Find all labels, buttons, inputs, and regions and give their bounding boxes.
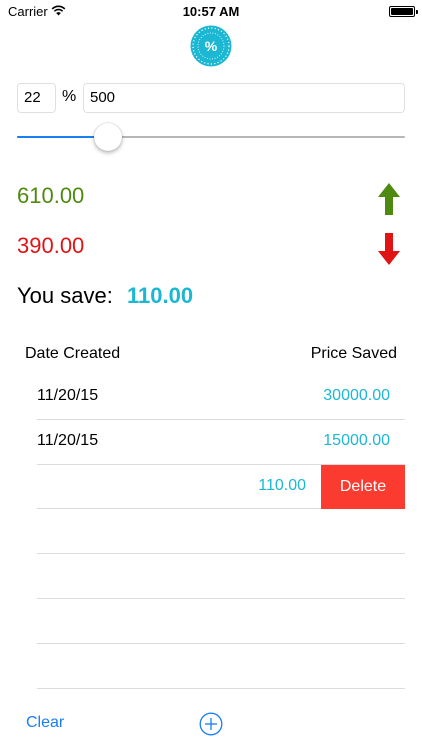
empty-row xyxy=(37,599,405,644)
row-amount: 30000.00 xyxy=(323,387,390,404)
arrow-down-icon xyxy=(378,233,400,265)
table-row[interactable]: 11/20/15 15000.00 xyxy=(37,420,405,465)
empty-row xyxy=(37,554,405,599)
status-time: 10:57 AM xyxy=(182,4,240,19)
decreased-value: 390.00 xyxy=(17,233,85,258)
svg-text:%: % xyxy=(205,38,218,54)
row-date: 11/20/15 xyxy=(37,387,99,404)
empty-row xyxy=(37,509,405,555)
status-bar: Carrier 10:57 AM xyxy=(0,0,422,22)
slider-thumb[interactable] xyxy=(94,123,123,151)
row-amount: 15000.00 xyxy=(323,431,390,449)
table-row[interactable]: 11/20/15 30000.00 xyxy=(37,375,405,420)
percent-input[interactable]: 22 xyxy=(17,83,56,113)
column-header-price: Price Saved xyxy=(310,345,397,362)
delete-button[interactable]: Delete xyxy=(321,464,405,509)
table-row[interactable]: 110.00 Delete xyxy=(37,464,405,510)
row-date: 11/20/15 xyxy=(37,431,99,449)
clear-button[interactable]: Clear xyxy=(26,714,64,732)
percent-slider[interactable] xyxy=(17,122,405,152)
history-table[interactable]: 11/20/15 30000.00 11/20/15 15000.00 110.… xyxy=(37,375,405,689)
empty-row xyxy=(37,644,405,689)
add-button[interactable] xyxy=(199,712,223,736)
save-amount: 110.00 xyxy=(127,283,194,308)
price-input[interactable]: 500 xyxy=(83,83,405,113)
percent-symbol: % xyxy=(62,88,77,105)
column-header-date: Date Created xyxy=(25,345,121,362)
battery-icon xyxy=(389,6,418,17)
increased-value: 610.00 xyxy=(17,183,85,208)
arrow-up-icon xyxy=(378,183,400,215)
save-label: You save: xyxy=(17,283,113,308)
row-amount: 110.00 xyxy=(258,476,306,494)
percent-badge-logo: % xyxy=(190,25,232,67)
